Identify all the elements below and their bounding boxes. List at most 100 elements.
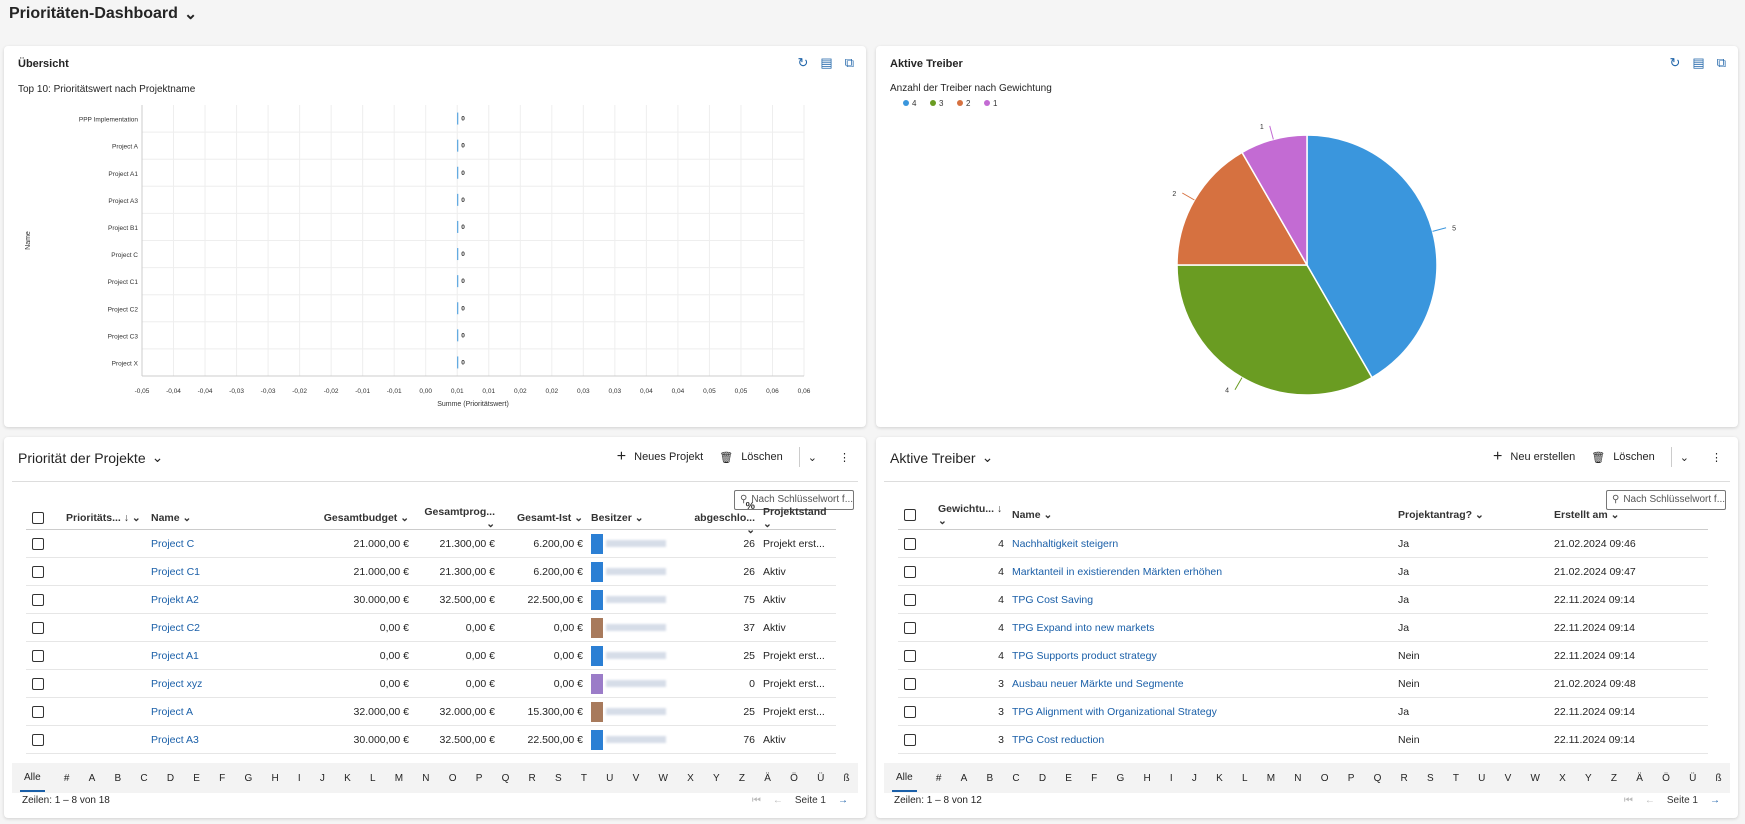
row-checkbox[interactable] [904,565,916,578]
row-checkbox[interactable] [904,705,916,718]
row-checkbox[interactable] [32,649,44,662]
driver-name-link[interactable]: TPG Alignment with Organizational Strate… [1012,706,1398,718]
table-row[interactable]: 3 Ausbau neuer Märkte und Segmente Nein 21.… [898,670,1708,698]
alphabet-letter-M[interactable]: M [395,773,403,784]
alphabet-letter-P[interactable]: P [476,773,483,784]
more-commands-chevron-icon[interactable]: ⌄ [1680,451,1689,464]
alphabet-letter-Alle[interactable]: Alle [892,765,917,792]
table-row[interactable]: Project A1 0,00 € 0,00 € 0,00 € 25 Projekt er… [26,642,836,670]
alphabet-letter-O[interactable]: O [1321,773,1329,784]
alphabet-letter-J[interactable]: J [1192,773,1197,784]
owner-cell[interactable] [591,673,687,694]
alphabet-letter-B[interactable]: B [115,773,122,784]
project-name-link[interactable]: Project C1 [151,566,301,578]
alphabet-letter-Q[interactable]: Q [1374,773,1382,784]
alphabet-letter-Ü[interactable]: Ü [1689,773,1696,784]
alphabet-letter-P[interactable]: P [1348,773,1355,784]
alphabet-letter-F[interactable]: F [1091,773,1097,784]
alphabet-letter-U[interactable]: U [1478,773,1485,784]
owner-cell[interactable] [591,645,687,666]
project-name-link[interactable]: Project A3 [151,734,301,746]
driver-name-link[interactable]: Marktanteil in existierenden Märkten erh… [1012,566,1398,578]
project-name-link[interactable]: Project C [151,538,301,550]
project-name-link[interactable]: Project A [151,706,301,718]
alphabet-letter-C[interactable]: C [140,773,147,784]
legend-label[interactable]: 2 [966,99,971,108]
table-row[interactable]: 3 TPG Alignment with Organizational Strat… [898,698,1708,726]
alphabet-letter-#[interactable]: # [936,773,942,784]
alphabet-letter-S[interactable]: S [555,773,562,784]
bar[interactable] [457,220,459,233]
owner-cell[interactable] [591,533,687,554]
more-options-icon[interactable]: ⋮ [839,451,850,464]
alphabet-letter-Y[interactable]: Y [1585,773,1592,784]
alphabet-letter-Ö[interactable]: Ö [1662,773,1670,784]
previous-page-icon[interactable]: ← [1645,795,1655,806]
alphabet-letter-Ä[interactable]: Ä [764,773,771,784]
alphabet-letter-K[interactable]: K [344,773,351,784]
next-page-icon[interactable]: → [838,795,848,806]
table-row[interactable]: 4 TPG Cost Saving Ja 22.11.2024 09:14 [898,586,1708,614]
row-checkbox[interactable] [904,649,916,662]
alphabet-letter-C[interactable]: C [1012,773,1019,784]
alphabet-letter-J[interactable]: J [320,773,325,784]
alphabet-letter-D[interactable]: D [1039,773,1046,784]
alphabet-letter-X[interactable]: X [687,773,694,784]
project-name-link[interactable]: Project xyz [151,678,301,690]
table-row[interactable]: 4 TPG Supports product strategy Nein 22.11.… [898,642,1708,670]
alphabet-letter-K[interactable]: K [1216,773,1223,784]
driver-name-link[interactable]: Ausbau neuer Märkte und Segmente [1012,678,1398,690]
column-header-name[interactable]: Name ⌄ [151,512,301,524]
alphabet-letter-E[interactable]: E [193,773,200,784]
row-checkbox[interactable] [904,537,916,550]
table-row[interactable]: Projekt A2 30.000,00 € 32.500,00 € 22.500,0… [26,586,836,614]
alphabet-letter-N[interactable]: N [1294,773,1301,784]
alphabet-letter-Alle[interactable]: Alle [20,765,45,792]
table-row[interactable]: 4 Marktanteil in existierenden Märkten er… [898,558,1708,586]
row-checkbox[interactable] [32,537,44,550]
bar[interactable] [457,112,459,125]
owner-cell[interactable] [591,701,687,722]
owner-cell[interactable] [591,617,687,638]
column-header-actual[interactable]: Gesamt-Ist ⌄ [503,512,591,524]
owner-cell[interactable] [591,729,687,750]
row-checkbox[interactable] [32,677,44,690]
alphabet-letter-R[interactable]: R [1401,773,1408,784]
row-checkbox[interactable] [904,593,916,606]
column-header-weight[interactable]: Gewichtu... ↓ ⌄ [938,503,1012,527]
row-checkbox[interactable] [32,733,44,746]
alphabet-letter-T[interactable]: T [581,773,587,784]
first-page-icon[interactable]: ⏮ [752,795,761,806]
alphabet-letter-Ü[interactable]: Ü [817,773,824,784]
alphabet-letter-H[interactable]: H [271,773,278,784]
column-header-priority[interactable]: Prioritäts... ↓ ⌄ [66,512,151,524]
first-page-icon[interactable]: ⏮ [1624,795,1633,806]
alphabet-letter-G[interactable]: G [244,773,252,784]
table-row[interactable]: Project C 21.000,00 € 21.300,00 € 6.200,00 … [26,530,836,558]
project-name-link[interactable]: Project A1 [151,650,301,662]
alphabet-letter-A[interactable]: A [89,773,96,784]
alphabet-letter-Q[interactable]: Q [502,773,510,784]
legend-label[interactable]: 3 [939,99,944,108]
row-checkbox[interactable] [32,621,44,634]
delete-button[interactable]: 🗑 Löschen [1591,451,1655,464]
legend-label[interactable]: 4 [912,99,917,108]
alphabet-letter-S[interactable]: S [1427,773,1434,784]
view-selector[interactable]: Aktive Treiber ⌄ [890,449,993,466]
alphabet-letter-L[interactable]: L [370,773,376,784]
legend-label[interactable]: 1 [993,99,998,108]
driver-name-link[interactable]: TPG Supports product strategy [1012,650,1398,662]
table-row[interactable]: Project C1 21.000,00 € 21.300,00 € 6.200,00… [26,558,836,586]
alphabet-letter-B[interactable]: B [987,773,994,784]
alphabet-letter-X[interactable]: X [1559,773,1566,784]
alphabet-letter-V[interactable]: V [1505,773,1512,784]
row-checkbox[interactable] [904,621,916,634]
bar[interactable] [457,166,459,179]
next-page-icon[interactable]: → [1710,795,1720,806]
new-project-button[interactable]: + Neues Projekt [617,448,703,466]
column-header-created[interactable]: Erstellt am ⌄ [1554,509,1708,521]
alphabet-letter-Ö[interactable]: Ö [790,773,798,784]
alphabet-letter-ß[interactable]: ß [844,773,850,784]
bar[interactable] [457,356,459,369]
alphabet-letter-#[interactable]: # [64,773,70,784]
